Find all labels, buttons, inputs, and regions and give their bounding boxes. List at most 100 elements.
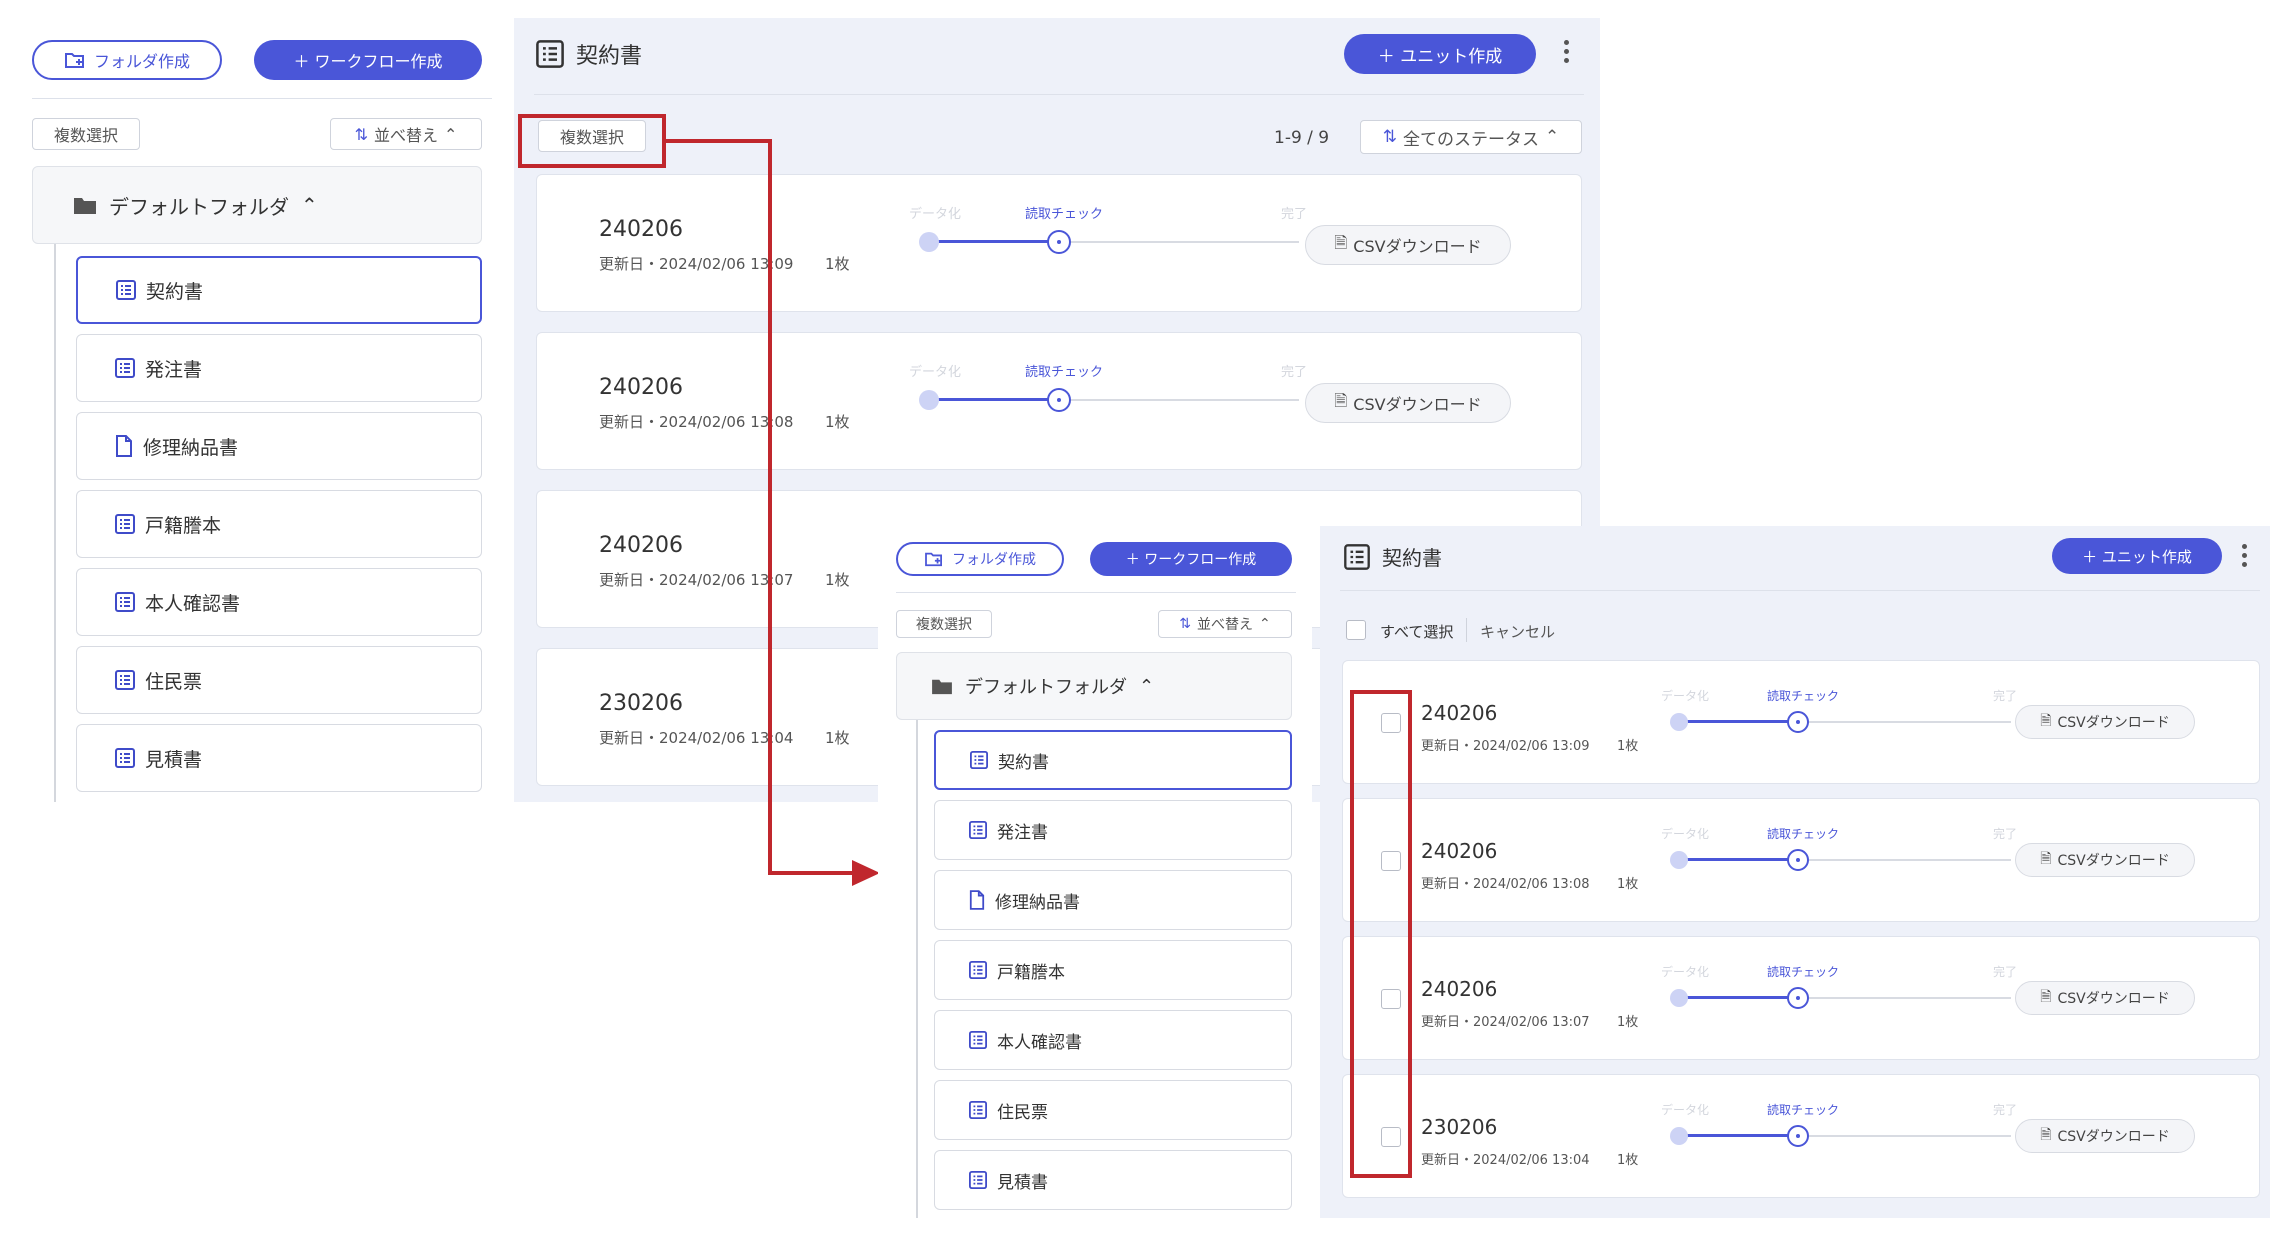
chevron-up-icon: ⌃: [1139, 675, 1155, 697]
step-label: 完了: [1993, 689, 2018, 703]
folder-icon: [931, 677, 953, 695]
progress-fill: [1679, 1134, 1797, 1137]
sidebar-item-contract[interactable]: 契約書: [934, 730, 1292, 790]
unit-name: 240206: [1421, 839, 1498, 863]
document-icon: [969, 890, 985, 910]
step-label: 完了: [1993, 965, 2018, 979]
progress-stepper: データ化 読取チェック 完了: [1661, 687, 2017, 743]
sort-icon: ⇅: [1179, 616, 1191, 632]
default-folder[interactable]: デフォルトフォルダ ⌃: [896, 652, 1292, 720]
unit-card[interactable]: 240206 更新日・2024/02/06 13:07 1枚 データ化 読取チェ…: [1342, 936, 2260, 1060]
list-icon: [969, 821, 987, 839]
csv-download-button[interactable]: 🗎 CSVダウンロード: [2015, 843, 2195, 877]
cancel-link[interactable]: キャンセル: [1480, 621, 1555, 642]
current-step-dot: [1787, 849, 1809, 871]
screenshot-2-sidebar: フォルダ作成 ＋ ワークフロー作成 複数選択 ⇅ 並べ替え ⌃ デフォルトフォル…: [878, 526, 1312, 1218]
step-label: 読取チェック: [1767, 965, 1840, 979]
sidebar-item-label: 本人確認書: [997, 1032, 1082, 1053]
progress-stepper: データ化 読取チェック 完了: [1661, 1101, 2017, 1157]
sidebar-item-family-register[interactable]: 戸籍謄本: [934, 940, 1292, 1000]
unit-pages: 1枚: [1617, 1153, 1639, 1168]
list-icon: [969, 1031, 987, 1049]
create-workflow-label: ＋ ワークフロー作成: [1125, 552, 1257, 568]
progress-stepper: データ化 読取チェック 完了: [1661, 825, 2017, 881]
step-dot: [1670, 713, 1688, 731]
page-title: 契約書: [1344, 542, 1442, 571]
unit-name: 240206: [1421, 701, 1498, 725]
select-all-checkbox[interactable]: [1346, 620, 1366, 640]
screenshot-2-main: 契約書 ＋ ユニット作成 すべて選択 キャンセル 240206 更新日・2024…: [1320, 526, 2270, 1218]
step-label: データ化: [1661, 965, 1710, 979]
list-icon: [970, 751, 988, 769]
unit-updated: 更新日・2024/02/06 13:08: [1421, 877, 1590, 892]
folder-add-icon: [924, 551, 944, 567]
unit-card[interactable]: 240206 更新日・2024/02/06 13:08 1枚 データ化 読取チェ…: [1342, 798, 2260, 922]
select-all-label[interactable]: すべて選択: [1380, 621, 1453, 642]
file-icon: 🗎: [2040, 851, 2052, 867]
step-label: 読取チェック: [1767, 827, 1840, 841]
csv-download-button[interactable]: 🗎 CSVダウンロード: [2015, 705, 2195, 739]
step-label: データ化: [1661, 827, 1710, 841]
sidebar-item-id-verification[interactable]: 本人確認書: [934, 1010, 1292, 1070]
list-icon: [969, 961, 987, 979]
csv-download-button[interactable]: 🗎 CSVダウンロード: [2015, 981, 2195, 1015]
step-label: 完了: [1993, 1103, 2018, 1117]
csv-download-label: CSVダウンロード: [2057, 715, 2170, 731]
multi-select-button[interactable]: 複数選択: [896, 610, 992, 638]
step-label: 読取チェック: [1767, 689, 1840, 703]
csv-download-label: CSVダウンロード: [2057, 853, 2170, 869]
step-label: 完了: [1993, 827, 2018, 841]
unit-pages: 1枚: [1617, 1015, 1639, 1030]
sidebar-item-label: 見積書: [997, 1172, 1048, 1193]
unit-updated: 更新日・2024/02/06 13:07: [1421, 1015, 1590, 1030]
folder-name: デフォルトフォルダ: [965, 677, 1127, 698]
file-icon: 🗎: [2040, 989, 2052, 1005]
unit-card[interactable]: 230206 更新日・2024/02/06 13:04 1枚 データ化 読取チェ…: [1342, 1074, 2260, 1198]
page-title-text: 契約書: [1382, 546, 1442, 570]
unit-name: 230206: [1421, 1115, 1498, 1139]
sidebar-item-resident-record[interactable]: 住民票: [934, 1080, 1292, 1140]
progress-stepper: データ化 読取チェック 完了: [1661, 963, 2017, 1019]
create-workflow-button[interactable]: ＋ ワークフロー作成: [1090, 542, 1292, 576]
list-icon: [969, 1101, 987, 1119]
unit-updated: 更新日・2024/02/06 13:04: [1421, 1153, 1590, 1168]
file-icon: 🗎: [2040, 713, 2052, 729]
sidebar-item-label: 契約書: [998, 752, 1049, 773]
current-step-dot: [1787, 1125, 1809, 1147]
chevron-up-icon: ⌃: [1259, 616, 1271, 632]
divider: [1340, 590, 2260, 591]
divider: [896, 592, 1296, 593]
sidebar-item-label: 戸籍謄本: [997, 962, 1065, 983]
current-step-dot: [1787, 711, 1809, 733]
progress-fill: [1679, 858, 1797, 861]
sidebar-item-label: 発注書: [997, 822, 1048, 843]
step-label: データ化: [1661, 1103, 1710, 1117]
create-unit-button[interactable]: ＋ ユニット作成: [2052, 538, 2222, 574]
step-dot: [1670, 989, 1688, 1007]
sort-button[interactable]: ⇅ 並べ替え ⌃: [1158, 610, 1292, 638]
sidebar-item-purchase-order[interactable]: 発注書: [934, 800, 1292, 860]
progress-fill: [1679, 720, 1797, 723]
multi-select-label: 複数選択: [916, 617, 972, 633]
sidebar-item-label: 修理納品書: [995, 892, 1080, 913]
create-folder-label: フォルダ作成: [952, 552, 1036, 568]
more-menu-icon[interactable]: [2242, 544, 2247, 567]
step-dot: [1670, 851, 1688, 869]
sort-label: 並べ替え: [1197, 617, 1253, 633]
list-icon: [1344, 543, 1370, 570]
unit-card[interactable]: 240206 更新日・2024/02/06 13:09 1枚 データ化 読取チェ…: [1342, 660, 2260, 784]
csv-download-label: CSVダウンロード: [2057, 1129, 2170, 1145]
step-label: 読取チェック: [1767, 1103, 1840, 1117]
sidebar-item-label: 住民票: [997, 1102, 1048, 1123]
file-icon: 🗎: [2040, 1127, 2052, 1143]
unit-updated: 更新日・2024/02/06 13:09: [1421, 739, 1590, 754]
sidebar-item-repair-delivery[interactable]: 修理納品書: [934, 870, 1292, 930]
step-label: データ化: [1661, 689, 1710, 703]
unit-name: 240206: [1421, 977, 1498, 1001]
csv-download-button[interactable]: 🗎 CSVダウンロード: [2015, 1119, 2195, 1153]
create-folder-button[interactable]: フォルダ作成: [896, 542, 1064, 576]
sidebar-item-estimate[interactable]: 見積書: [934, 1150, 1292, 1210]
tree-line: [916, 720, 918, 1218]
step-dot: [1670, 1127, 1688, 1145]
progress-fill: [1679, 996, 1797, 999]
